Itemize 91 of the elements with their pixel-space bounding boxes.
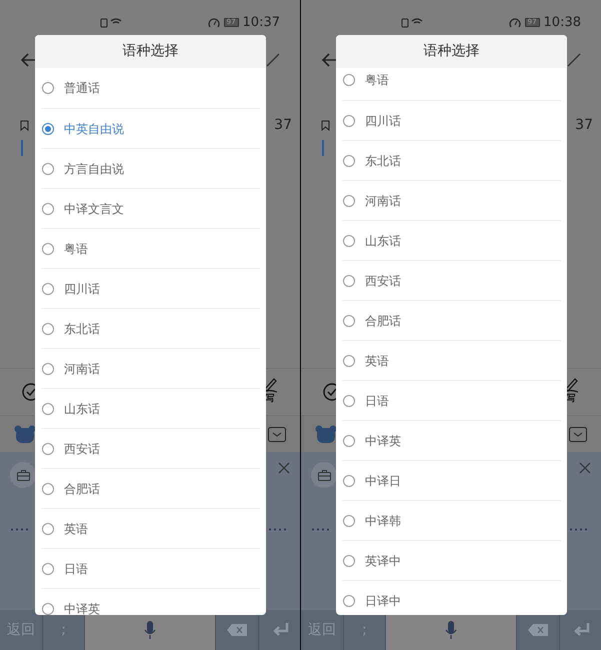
language-option[interactable]: 西安话 <box>342 260 561 300</box>
microphone-icon <box>144 621 156 639</box>
radio-button[interactable] <box>42 282 54 294</box>
language-option[interactable]: 普通话 <box>41 68 260 108</box>
language-option[interactable]: 四川话 <box>342 100 561 140</box>
language-option[interactable]: 方言自由说 <box>41 148 260 188</box>
wifi-icon <box>401 18 423 28</box>
language-option[interactable]: 四川话 <box>41 268 260 308</box>
text-cursor <box>322 140 324 156</box>
language-option[interactable]: 日语 <box>342 380 561 420</box>
radio-button[interactable] <box>42 402 54 414</box>
count-text: 37 <box>575 116 593 134</box>
language-option[interactable]: 河南话 <box>41 348 260 388</box>
radio-button[interactable] <box>343 154 355 166</box>
enter-icon <box>270 623 288 637</box>
language-option[interactable]: 中英自由说 <box>41 108 260 148</box>
radio-button[interactable] <box>343 114 355 126</box>
briefcase-button[interactable] <box>10 462 36 488</box>
radio-button[interactable] <box>42 602 54 614</box>
radio-button[interactable] <box>343 554 355 566</box>
radio-button[interactable] <box>42 562 54 574</box>
bear-logo-icon <box>315 425 337 443</box>
radio-button[interactable] <box>343 434 355 446</box>
microphone-icon <box>445 621 457 639</box>
briefcase-button[interactable] <box>311 462 337 488</box>
close-icon[interactable] <box>579 462 591 474</box>
toolbar-label: 写 <box>266 393 274 406</box>
dialog-title: 语种选择 <box>35 35 266 68</box>
status-time: 10:38 <box>544 14 581 32</box>
pencil-icon <box>567 53 581 67</box>
language-option[interactable]: 东北话 <box>342 140 561 180</box>
language-option[interactable]: 中译英 <box>342 420 561 460</box>
back-arrow-icon <box>20 52 36 68</box>
radio-button[interactable] <box>42 242 54 254</box>
radio-button[interactable] <box>42 322 54 334</box>
text-cursor <box>21 140 23 156</box>
language-option[interactable]: 河南话 <box>342 180 561 220</box>
language-option[interactable]: 中译日 <box>342 460 561 500</box>
radio-button[interactable] <box>343 474 355 486</box>
radio-button[interactable] <box>42 482 54 494</box>
radio-button[interactable] <box>42 202 54 214</box>
language-option[interactable]: 粤语 <box>41 228 260 268</box>
radio-button[interactable] <box>343 74 355 86</box>
language-option[interactable]: 中译文言文 <box>41 188 260 228</box>
count-text: 37 <box>274 116 292 134</box>
radio-button[interactable] <box>343 194 355 206</box>
radio-button[interactable] <box>343 274 355 286</box>
bear-logo-icon <box>14 425 36 443</box>
language-option[interactable]: 东北话 <box>41 308 260 348</box>
briefcase-icon <box>16 470 30 480</box>
language-option[interactable]: 中译英 <box>41 588 260 615</box>
radio-button[interactable] <box>42 522 54 534</box>
collapse-icon <box>268 426 286 442</box>
language-option[interactable]: 中译韩 <box>342 500 561 540</box>
radio-button[interactable] <box>343 234 355 246</box>
collapse-icon <box>569 426 587 442</box>
radio-button[interactable] <box>343 514 355 526</box>
radio-button[interactable] <box>42 122 54 134</box>
radio-button[interactable] <box>42 442 54 454</box>
bookmark-icon <box>321 120 330 130</box>
language-option[interactable]: 英语 <box>41 508 260 548</box>
radio-button[interactable] <box>343 594 355 606</box>
language-option[interactable]: 合肥话 <box>342 300 561 340</box>
wifi-icon <box>100 18 122 28</box>
pencil-icon <box>266 53 280 67</box>
language-option[interactable]: 英语 <box>342 340 561 380</box>
backspace-icon <box>528 624 548 636</box>
radio-button[interactable] <box>42 362 54 374</box>
speed-icon <box>208 18 220 28</box>
close-icon[interactable] <box>278 462 290 474</box>
language-option[interactable]: 日语 <box>41 548 260 588</box>
back-arrow-icon <box>321 52 337 68</box>
radio-button[interactable] <box>343 394 355 406</box>
language-option[interactable]: 西安话 <box>41 428 260 468</box>
bookmark-icon <box>20 120 29 130</box>
radio-button[interactable] <box>343 314 355 326</box>
briefcase-icon <box>318 470 330 480</box>
enter-icon <box>572 623 590 637</box>
language-option[interactable]: 英译中 <box>342 540 561 580</box>
radio-button[interactable] <box>42 162 54 174</box>
toolbar-label: 写 <box>566 393 576 406</box>
language-option[interactable]: 山东话 <box>342 220 561 260</box>
status-time: 10:37 <box>242 14 280 32</box>
language-option[interactable]: 合肥话 <box>41 468 260 508</box>
speed-icon <box>508 18 521 28</box>
language-option[interactable]: 粤语 <box>342 68 561 100</box>
language-option[interactable]: 山东话 <box>41 388 260 428</box>
backspace-icon <box>227 624 247 636</box>
radio-button[interactable] <box>42 82 54 94</box>
dialog-title: 语种选择 <box>336 35 567 68</box>
radio-button[interactable] <box>343 354 355 366</box>
